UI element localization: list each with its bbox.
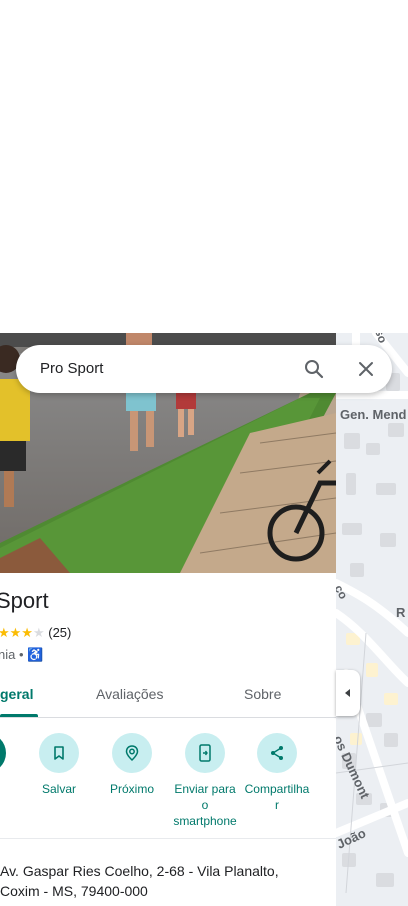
nearby-label: Próximo	[109, 782, 154, 796]
place-title: Sport	[0, 588, 49, 613]
address-line: Coxim - MS, 79400-000	[0, 883, 148, 899]
map-view[interactable]: so Gen. Mend co R os Dumont João	[336, 333, 408, 906]
send-label-line: o	[201, 798, 209, 812]
rating-row[interactable]: ★★★★ (25)	[0, 625, 71, 641]
send-to-phone-label: Enviar para o smartphone	[165, 781, 245, 829]
nearby-icon	[112, 733, 152, 773]
collapse-panel-button[interactable]	[336, 670, 360, 716]
address-line: Av. Gaspar Ries Coelho, 2-68 - Vila Plan…	[0, 863, 279, 879]
search-input[interactable]: Pro Sport	[40, 360, 103, 377]
rating-count: (25)	[48, 625, 72, 640]
send-to-phone-icon	[185, 733, 225, 773]
send-to-phone-button[interactable]: Enviar para o smartphone	[165, 733, 245, 829]
share-label-line: Compartilha	[244, 782, 310, 796]
directions-icon	[0, 733, 6, 773]
save-label: Salvar	[41, 782, 76, 796]
place-panel: Sport ★★★★ (25) nia • ♿ geral Avaliações…	[0, 333, 336, 906]
share-label-line: r	[275, 798, 279, 812]
search-icon[interactable]	[302, 357, 326, 381]
star-empty-icon: ★	[32, 625, 45, 640]
tab-about[interactable]: Sobre	[244, 686, 281, 702]
separator: •	[18, 647, 24, 662]
close-icon[interactable]	[354, 357, 378, 381]
map-street-label: R	[396, 605, 406, 620]
share-button[interactable]: Compartilha r	[237, 733, 317, 813]
place-category: nia	[0, 647, 16, 662]
tab-overview[interactable]: geral	[0, 686, 33, 702]
send-label-line: smartphone	[173, 814, 237, 828]
send-label-line: Enviar para	[174, 782, 236, 796]
place-tabs: geral Avaliações Sobre	[0, 681, 336, 718]
address-row[interactable]: Av. Gaspar Ries Coelho, 2-68 - Vila Plan…	[0, 861, 279, 901]
map-street-label: Gen. Mend	[340, 407, 407, 422]
bookmark-icon	[39, 733, 79, 773]
category-row: nia • ♿	[0, 647, 43, 663]
chevron-left-icon	[345, 689, 350, 697]
tab-active-indicator	[0, 714, 38, 717]
wheelchair-accessible-icon: ♿	[27, 647, 44, 662]
search-bar[interactable]: Pro Sport	[16, 345, 392, 393]
share-label: Compartilha r	[237, 781, 317, 813]
tab-reviews[interactable]: Avaliações	[96, 686, 163, 702]
star-rating: ★★★	[0, 625, 33, 640]
nearby-button[interactable]: Próximo	[92, 733, 172, 797]
share-icon	[257, 733, 297, 773]
blank-area	[0, 0, 408, 333]
save-button[interactable]: Salvar	[19, 733, 99, 797]
divider	[0, 838, 336, 839]
